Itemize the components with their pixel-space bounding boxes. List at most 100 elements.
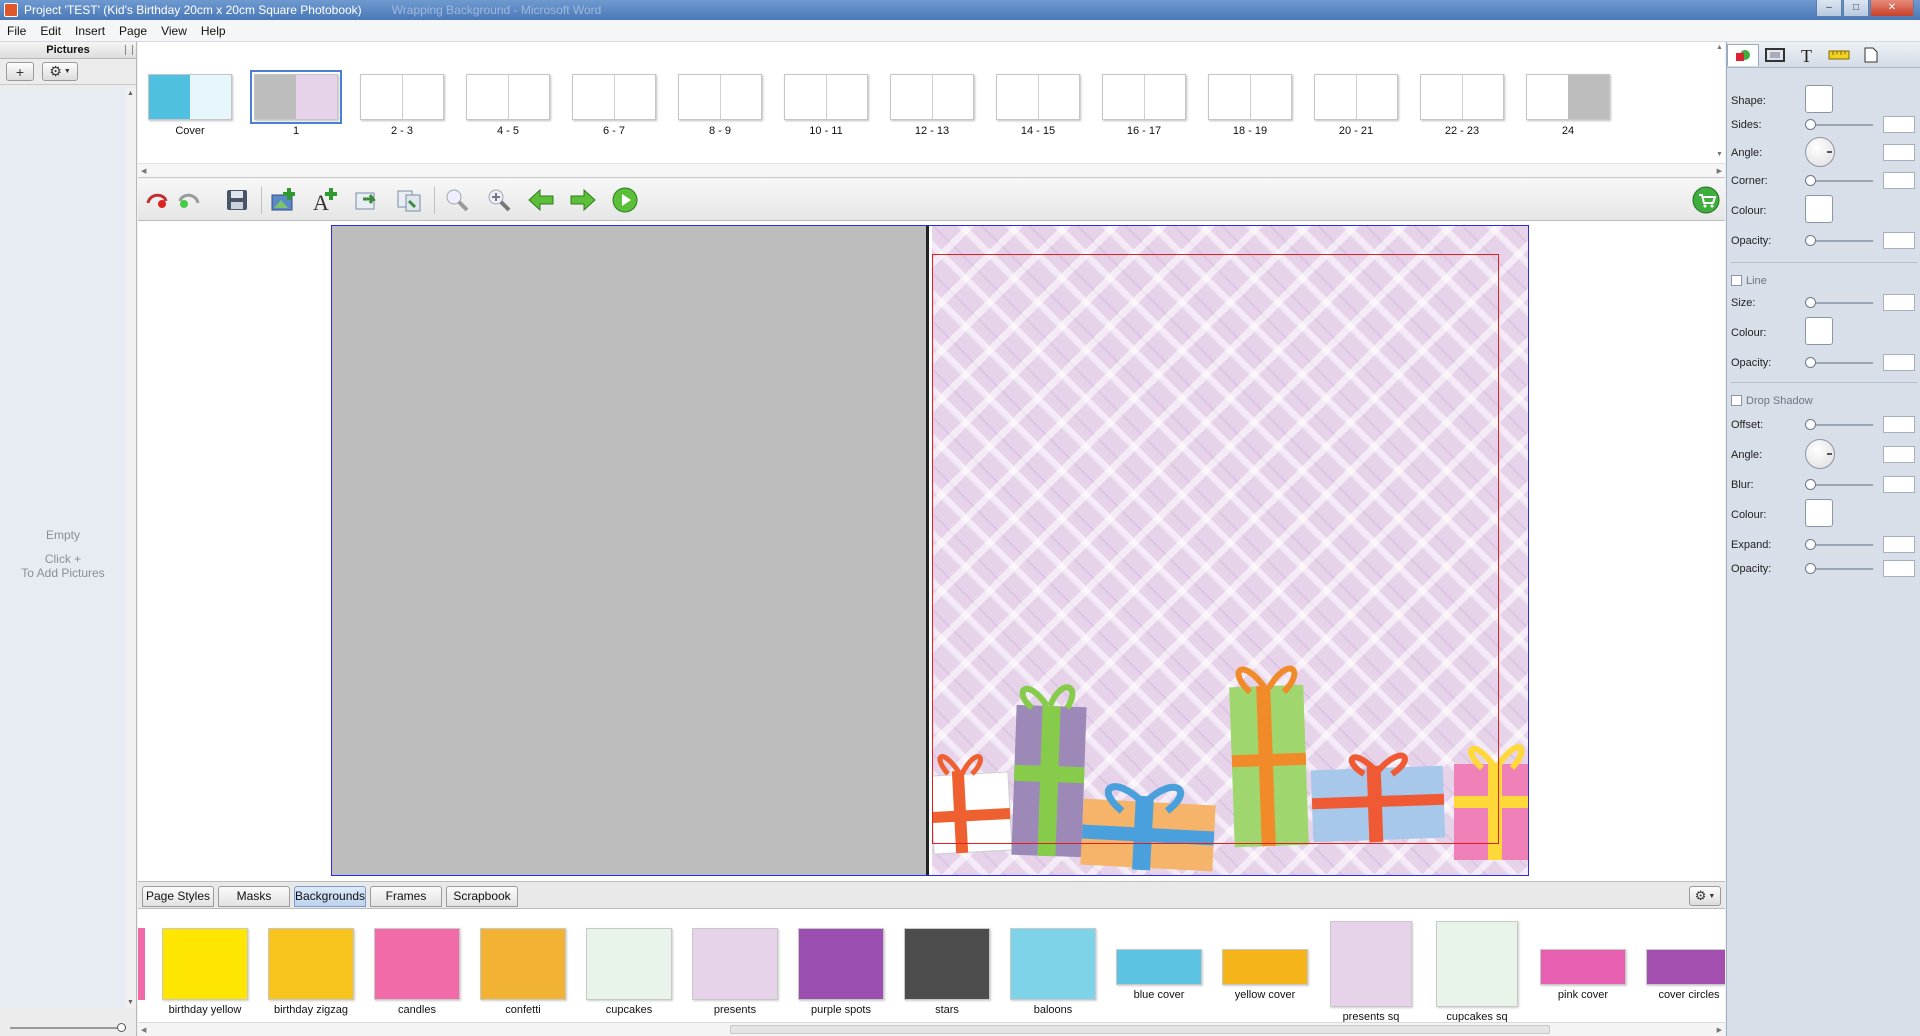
background-item[interactable]: candles <box>362 909 472 1016</box>
sides-slider[interactable] <box>1809 124 1873 126</box>
slider-knob[interactable] <box>117 1023 126 1032</box>
tab-shape[interactable] <box>1727 43 1759 66</box>
offset-slider[interactable] <box>1809 424 1873 426</box>
line-opacity-input[interactable] <box>1883 354 1915 371</box>
previous-page-button[interactable] <box>526 185 556 215</box>
corner-slider[interactable] <box>1809 180 1873 182</box>
tab-masks[interactable]: Masks <box>218 886 290 907</box>
shape-picker[interactable] <box>1805 85 1833 113</box>
menu-insert[interactable]: Insert <box>68 24 112 38</box>
replace-button[interactable] <box>394 185 424 215</box>
angle-dial[interactable] <box>1805 137 1835 167</box>
scroll-up-icon[interactable]: ▲ <box>127 90 134 97</box>
page-thumbnail[interactable]: 16 - 17 <box>1102 74 1186 137</box>
drop-shadow-checkbox[interactable] <box>1731 395 1742 406</box>
menu-page[interactable]: Page <box>112 24 154 38</box>
corner-slider-knob[interactable] <box>1805 175 1816 186</box>
page-thumbnail[interactable]: Cover <box>148 74 232 137</box>
shadow-opacity-slider-knob[interactable] <box>1805 563 1816 574</box>
line-colour-swatch[interactable] <box>1805 317 1833 345</box>
corner-input[interactable] <box>1883 172 1915 189</box>
add-text-button[interactable]: A <box>310 185 340 215</box>
tab-backgrounds[interactable]: Backgrounds <box>294 886 366 907</box>
expand-input[interactable] <box>1883 536 1915 553</box>
size-slider[interactable] <box>1809 302 1873 304</box>
page-spread[interactable] <box>331 225 1529 876</box>
shadow-angle-input[interactable] <box>1883 446 1915 463</box>
scroll-down-icon[interactable]: ▼ <box>127 999 134 1006</box>
background-item[interactable]: cupcakes sq <box>1422 909 1532 1022</box>
minimize-button[interactable]: – <box>1816 0 1842 17</box>
menu-file[interactable]: File <box>0 24 33 38</box>
tab-page-styles[interactable]: Page Styles <box>142 886 214 907</box>
line-opacity-slider[interactable] <box>1809 362 1873 364</box>
left-page-blank[interactable] <box>332 226 929 875</box>
page-thumbnail[interactable]: 2 - 3 <box>360 74 444 137</box>
blur-slider-knob[interactable] <box>1805 479 1816 490</box>
page-strip-hscroll[interactable]: ◀ ▶ <box>138 163 1725 177</box>
preview-button[interactable] <box>610 185 640 215</box>
close-button[interactable]: ✕ <box>1870 0 1914 17</box>
size-slider-knob[interactable] <box>1805 297 1816 308</box>
page-thumbnail[interactable]: 22 - 23 <box>1420 74 1504 137</box>
export-button[interactable] <box>352 185 382 215</box>
order-cart-button[interactable] <box>1691 185 1721 215</box>
tab-page[interactable] <box>1855 44 1887 66</box>
menu-edit[interactable]: Edit <box>33 24 68 38</box>
tab-scrapbook[interactable]: Scrapbook <box>446 886 518 907</box>
tab-ruler[interactable] <box>1823 44 1855 66</box>
background-item[interactable]: yellow cover <box>1210 909 1320 1001</box>
scroll-right-icon[interactable]: ▶ <box>1717 1026 1722 1034</box>
scroll-down-icon[interactable]: ▼ <box>1716 151 1723 158</box>
maximize-button[interactable]: □ <box>1843 0 1869 17</box>
page-thumbnail[interactable]: 6 - 7 <box>572 74 656 137</box>
opacity-slider[interactable] <box>1809 240 1873 242</box>
page-thumbnail[interactable]: 12 - 13 <box>890 74 974 137</box>
page-thumbnail[interactable]: 20 - 21 <box>1314 74 1398 137</box>
fill-colour-swatch[interactable] <box>1805 195 1833 223</box>
shadow-angle-dial[interactable] <box>1805 439 1835 469</box>
opacity-slider-knob[interactable] <box>1805 235 1816 246</box>
background-item[interactable]: cover circles <box>1634 909 1725 1001</box>
scroll-left-icon[interactable]: ◀ <box>141 167 146 175</box>
background-item[interactable]: pink cover <box>1528 909 1638 1001</box>
background-item[interactable]: birthday yellow <box>150 909 260 1016</box>
page-thumbnail[interactable]: 1 <box>250 70 342 137</box>
shadow-colour-swatch[interactable] <box>1805 499 1833 527</box>
scroll-thumb[interactable] <box>730 1025 1550 1034</box>
add-picture-toolbar-button[interactable] <box>268 185 298 215</box>
menu-help[interactable]: Help <box>194 24 233 38</box>
thumbnail-size-slider[interactable] <box>10 1022 126 1034</box>
zoom-out-button[interactable] <box>442 185 472 215</box>
page-strip-vscroll[interactable]: ▲ ▼ <box>1715 42 1725 160</box>
picture-settings-button[interactable]: ⚙ ▼ <box>42 62 78 81</box>
panel-grip-icon[interactable] <box>125 45 133 55</box>
blur-input[interactable] <box>1883 476 1915 493</box>
background-item[interactable]: cupcakes <box>574 909 684 1016</box>
scroll-left-icon[interactable]: ◀ <box>141 1026 146 1034</box>
background-item[interactable]: purple spots <box>786 909 896 1016</box>
background-item[interactable]: confetti <box>468 909 578 1016</box>
shadow-opacity-input[interactable] <box>1883 560 1915 577</box>
tab-frames[interactable]: Frames <box>370 886 442 907</box>
menu-view[interactable]: View <box>154 24 194 38</box>
angle-input[interactable] <box>1883 144 1915 161</box>
redo-button[interactable] <box>174 185 204 215</box>
sides-input[interactable] <box>1883 116 1915 133</box>
background-item[interactable]: birthday zigzag <box>256 909 366 1016</box>
background-item[interactable]: presents <box>680 909 790 1016</box>
page-thumbnail[interactable]: 10 - 11 <box>784 74 868 137</box>
right-page-presents[interactable] <box>932 226 1528 875</box>
library-settings-button[interactable]: ⚙ ▼ <box>1689 886 1721 906</box>
add-picture-button[interactable]: + <box>6 62 34 81</box>
line-opacity-slider-knob[interactable] <box>1805 357 1816 368</box>
background-item[interactable]: blue cover <box>1104 909 1214 1001</box>
page-thumbnail[interactable]: 14 - 15 <box>996 74 1080 137</box>
background-item[interactable]: stars <box>892 909 1002 1016</box>
page-thumbnail[interactable]: 18 - 19 <box>1208 74 1292 137</box>
offset-slider-knob[interactable] <box>1805 419 1816 430</box>
save-button[interactable] <box>222 185 252 215</box>
offset-input[interactable] <box>1883 416 1915 433</box>
line-checkbox[interactable] <box>1731 275 1742 286</box>
pictures-scrollbar[interactable]: ▲ ▼ <box>126 88 136 1008</box>
